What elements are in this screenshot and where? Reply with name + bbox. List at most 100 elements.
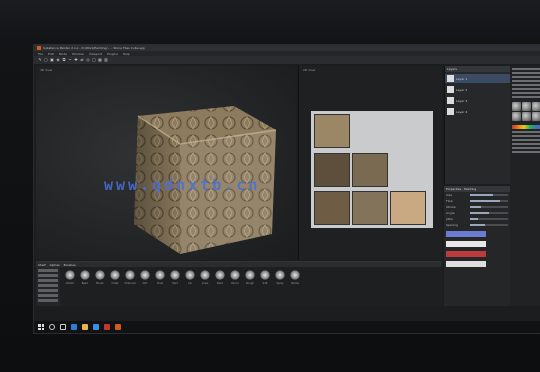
camera-icon[interactable]: ◎ <box>86 58 90 62</box>
property-label: Stroke <box>446 205 456 209</box>
property-label: Spacing <box>446 223 458 227</box>
property-slider[interactable] <box>470 206 508 208</box>
material-ball[interactable] <box>522 102 531 111</box>
clone-icon[interactable]: ⧉ <box>62 58 66 62</box>
os-taskbar <box>34 321 540 333</box>
symmetry-icon[interactable]: ⇄ <box>80 58 84 62</box>
info-lines <box>510 68 540 98</box>
brush-item[interactable]: Dirt <box>139 270 151 285</box>
layer-name: Layer 3 <box>456 98 468 103</box>
material-swatch[interactable] <box>446 230 508 238</box>
app-icon <box>37 46 41 50</box>
browser-icon[interactable] <box>71 324 77 330</box>
layout-icon[interactable]: ▥ <box>104 58 108 62</box>
task-view-icon[interactable] <box>60 324 66 330</box>
brush-item[interactable]: Ink <box>184 270 196 285</box>
shelf-categories <box>36 267 60 306</box>
menu-file[interactable]: File <box>38 52 43 56</box>
render-icon[interactable]: ▦ <box>98 58 102 62</box>
material-ball[interactable] <box>512 112 521 121</box>
store-icon[interactable] <box>93 324 99 330</box>
screen-frame: Substance Painter 2.x.x - D:/Work/Painti… <box>0 0 540 372</box>
viewport-3d-label: 3D View <box>40 68 53 72</box>
media-icon[interactable] <box>104 324 110 330</box>
uv-texture-sheet <box>311 111 433 228</box>
lock-icon[interactable]: ▢ <box>92 58 96 62</box>
brush-item[interactable]: Soft <box>259 270 271 285</box>
shelf-tab-alphas[interactable]: Alphas <box>50 263 60 267</box>
watermark-text: www.qdnxtb.cn <box>104 176 261 194</box>
menu-window[interactable]: Window <box>72 52 84 56</box>
property-slider[interactable] <box>470 218 508 220</box>
brush-item[interactable]: Paint <box>214 270 226 285</box>
properties-panel: Properties - Painting Size Flow Stroke A… <box>444 186 510 306</box>
material-ball[interactable] <box>512 102 521 111</box>
material-ball[interactable] <box>532 112 540 121</box>
viewport-3d[interactable]: 3D View <box>36 66 296 260</box>
windows-start-icon[interactable] <box>38 324 44 330</box>
property-label: Jitter <box>446 217 454 221</box>
brush-item[interactable]: Brush <box>94 270 106 285</box>
property-label: Flow <box>446 199 453 203</box>
material-thumbnails <box>510 100 540 123</box>
tool-bar: ✎ ◻ ▣ ◈ ⧉ ~ ✚ ⇄ ◎ ▢ ▦ ▥ <box>34 56 540 64</box>
layer-thumbnail <box>447 97 454 104</box>
uv-tile <box>352 191 388 225</box>
eraser-icon[interactable]: ◻ <box>44 58 48 62</box>
layer-row[interactable]: Layer 2 <box>445 85 510 94</box>
projection-icon[interactable]: ▣ <box>50 58 54 62</box>
material-ball[interactable] <box>522 112 531 121</box>
layers-panel: Layers Layer 1 Layer 2 Layer 3 Layer 4 <box>444 66 510 184</box>
property-slider[interactable] <box>470 212 508 214</box>
brush-item[interactable]: Chalk <box>109 270 121 285</box>
uv-tile <box>390 191 426 225</box>
menu-plugins[interactable]: Plugins <box>107 52 118 56</box>
app-window: Substance Painter 2.x.x - D:/Work/Painti… <box>33 44 540 334</box>
geometry-mask-icon[interactable]: ◈ <box>56 58 60 62</box>
brush-item[interactable]: Artistic <box>64 270 76 285</box>
layer-thumbnail <box>447 75 454 82</box>
layer-row[interactable]: Layer 4 <box>445 107 510 116</box>
layer-name: Layer 2 <box>456 87 468 92</box>
texture-set-panel <box>510 66 540 306</box>
brush-item[interactable]: Rough <box>244 270 256 285</box>
property-label: Angle <box>446 211 455 215</box>
layer-name: Layer 4 <box>456 109 468 114</box>
layer-row[interactable]: Layer 3 <box>445 96 510 105</box>
info-lines <box>510 131 540 153</box>
brush-item[interactable]: Hard <box>169 270 181 285</box>
layer-row[interactable]: Layer 1 <box>445 74 510 83</box>
property-row: Spacing <box>444 222 510 228</box>
brush-item[interactable]: Basic <box>79 270 91 285</box>
menu-edit[interactable]: Edit <box>48 52 54 56</box>
brush-item[interactable]: Lines <box>199 270 211 285</box>
menu-help[interactable]: Help <box>123 52 130 56</box>
folder-icon[interactable] <box>82 324 88 330</box>
picker-icon[interactable]: ✚ <box>74 58 78 62</box>
menu-viewport[interactable]: Viewport <box>89 52 102 56</box>
brush-item[interactable]: Charcoal <box>124 270 136 285</box>
property-slider[interactable] <box>470 224 508 226</box>
material-swatch[interactable] <box>446 240 508 248</box>
smudge-icon[interactable]: ~ <box>68 58 72 62</box>
shelf-tab-brushes[interactable]: Brushes <box>64 263 76 267</box>
search-icon[interactable] <box>49 324 55 330</box>
viewport-2d[interactable]: 2D View <box>298 66 442 260</box>
painter-app-icon[interactable] <box>115 324 121 330</box>
brush-item[interactable]: Stroke <box>289 270 301 285</box>
material-ball[interactable] <box>532 102 540 111</box>
brush-item[interactable]: Spray <box>274 270 286 285</box>
material-swatch[interactable] <box>446 260 508 268</box>
color-picker-bar[interactable] <box>512 125 540 129</box>
brush-item[interactable]: Dust <box>154 270 166 285</box>
menu-mode[interactable]: Mode <box>59 52 67 56</box>
shelf-title: Shelf <box>38 262 46 267</box>
property-slider[interactable] <box>470 194 508 196</box>
property-slider[interactable] <box>470 200 508 202</box>
uv-tile <box>314 114 350 148</box>
window-title: Substance Painter 2.x.x - D:/Work/Painti… <box>43 46 145 50</box>
property-label: Size <box>446 193 453 197</box>
brush-item[interactable]: Pencil <box>229 270 241 285</box>
material-swatch[interactable] <box>446 250 508 258</box>
paint-brush-icon[interactable]: ✎ <box>38 58 42 62</box>
